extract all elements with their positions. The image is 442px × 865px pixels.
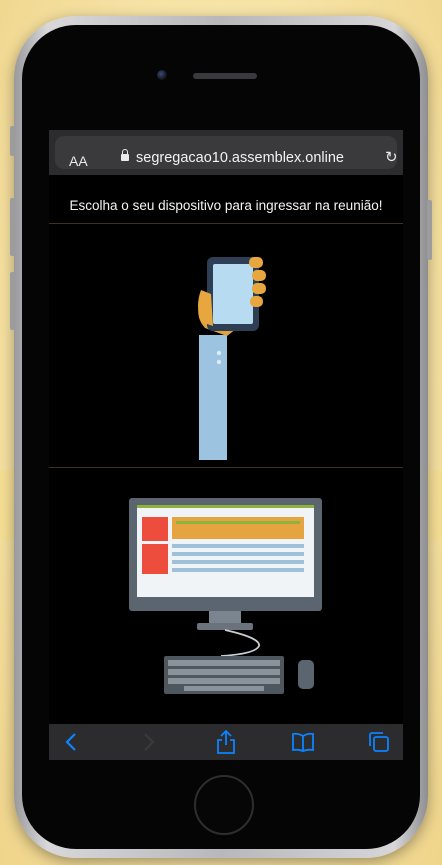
- browser-toolbar: [49, 724, 403, 760]
- divider-middle: [49, 467, 403, 468]
- front-camera: [157, 70, 167, 80]
- desktop-device-option[interactable]: [49, 488, 403, 703]
- browser-address-bar: AA segregacao10.assemblex.online ↻: [49, 130, 403, 175]
- desktop-computer-icon: [129, 498, 322, 694]
- bookmarks-icon[interactable]: [289, 730, 317, 754]
- volume-up-button: [10, 198, 15, 256]
- back-arrow-icon[interactable]: [57, 730, 85, 754]
- lock-icon: [121, 149, 129, 161]
- tabs-icon[interactable]: [365, 730, 393, 754]
- url-field[interactable]: AA segregacao10.assemblex.online ↻: [55, 136, 398, 169]
- share-icon[interactable]: [212, 730, 240, 754]
- phone-screen: AA segregacao10.assemblex.online ↻ Escol…: [49, 130, 403, 760]
- forward-arrow-icon[interactable]: [135, 730, 163, 754]
- earpiece-speaker: [193, 73, 257, 79]
- text-size-button[interactable]: AA: [69, 153, 88, 169]
- volume-down-button: [10, 272, 15, 330]
- reload-icon[interactable]: ↻: [385, 148, 398, 166]
- mute-switch: [10, 126, 15, 156]
- divider-top: [49, 223, 403, 224]
- power-button: [427, 200, 432, 260]
- home-button[interactable]: [194, 775, 254, 835]
- page-prompt: Escolha o seu dispositivo para ingressar…: [69, 198, 383, 213]
- smartphone-in-hand-icon: [198, 257, 266, 460]
- url-text[interactable]: segregacao10.assemblex.online: [136, 150, 344, 166]
- mobile-device-option[interactable]: [49, 240, 403, 465]
